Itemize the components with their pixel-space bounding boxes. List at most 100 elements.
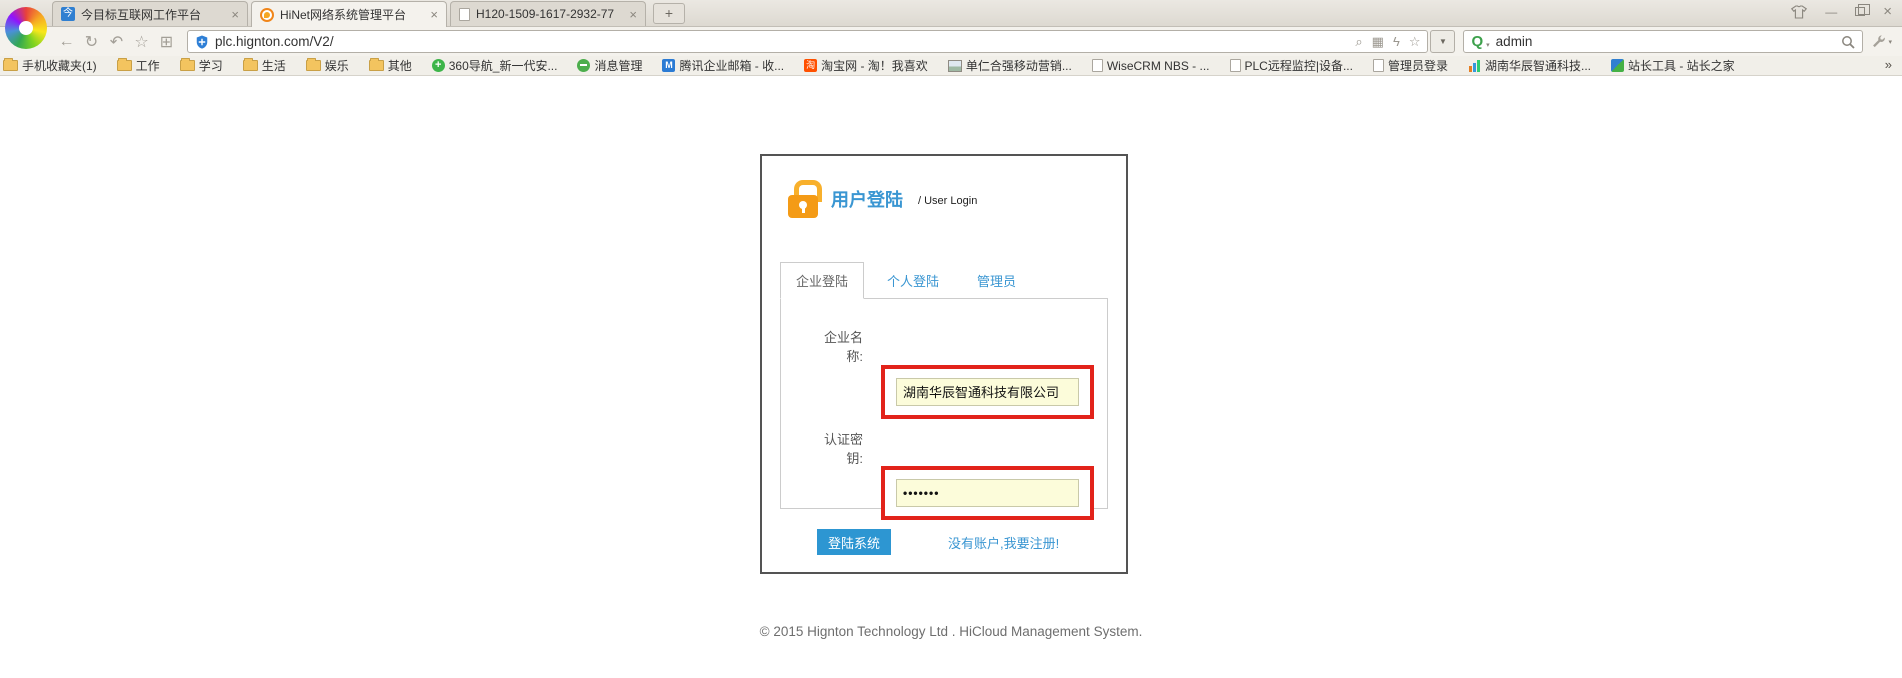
bar-chart-icon xyxy=(1468,60,1481,72)
search-bar[interactable]: Q ▾ xyxy=(1463,30,1863,53)
bookmark-360-nav[interactable]: +360导航_新一代安... xyxy=(432,57,558,74)
login-form-panel: 企业名称: 认证密钥: xyxy=(780,298,1108,509)
search-icon[interactable] xyxy=(1841,35,1855,49)
keyhole-shape xyxy=(799,201,807,209)
bookmark-label: 360导航_新一代安... xyxy=(449,57,558,74)
tab-close-icon[interactable]: × xyxy=(629,8,637,21)
page-icon xyxy=(1092,59,1103,72)
red-annotation-box xyxy=(881,365,1094,419)
enterprise-name-label: 企业名称: xyxy=(813,299,863,367)
folder-icon xyxy=(117,60,132,71)
tab-enterprise-login[interactable]: 企业登陆 xyxy=(780,262,864,299)
bookmark-mobile-favorites[interactable]: 手机收藏夹(1) xyxy=(3,57,97,74)
bookmark-huachen-tech[interactable]: 湖南华辰智通科技... xyxy=(1468,57,1591,74)
tab-title: 今目标互联网工作平台 xyxy=(81,6,225,23)
lock-icon xyxy=(786,180,820,218)
bookmark-webmaster-tools[interactable]: 站长工具 - 站长之家 xyxy=(1611,57,1735,74)
login-subtitle: / User Login xyxy=(918,195,977,207)
bookmark-label: 腾讯企业邮箱 - 收... xyxy=(679,57,784,74)
bookmark-life-folder[interactable]: 生活 xyxy=(243,57,286,74)
url-action-icons: ⌕ ▦ ϟ ☆ xyxy=(1355,34,1420,50)
jinmubiao-tab-icon: 今 xyxy=(61,7,75,21)
green-plus-icon: + xyxy=(432,59,445,72)
restore-icon[interactable] xyxy=(1855,3,1865,21)
window-controls: — × xyxy=(1791,3,1892,21)
bookmark-label: PLC远程监控|设备... xyxy=(1245,57,1353,74)
tab-administrator[interactable]: 管理员 xyxy=(962,263,1031,298)
url-history-dropdown-icon[interactable]: ▼ xyxy=(1430,30,1455,53)
bookmark-message-mgmt[interactable]: 消息管理 xyxy=(577,57,642,74)
bookmark-other-folder[interactable]: 其他 xyxy=(369,57,412,74)
lightning-speed-icon[interactable]: ϟ xyxy=(1393,34,1400,49)
bookmark-shanren-marketing[interactable]: 单仁合强移动营销... xyxy=(948,57,1072,74)
tab-jinmubiao[interactable]: 今 今目标互联网工作平台 × xyxy=(52,1,248,26)
bookmark-plc-monitor[interactable]: PLC远程监控|设备... xyxy=(1230,57,1353,74)
tab-strip: 今 今目标互联网工作平台 × HiNet网络系统管理平台 × H120-1509… xyxy=(0,0,1902,27)
bookmarks-overflow-chevron-icon[interactable]: » xyxy=(1885,57,1892,72)
tab-h120[interactable]: H120-1509-1617-2932-77 × xyxy=(450,1,646,26)
login-title: 用户登陆 xyxy=(831,186,903,212)
copyright-footer: © 2015 Hignton Technology Ltd . HiCloud … xyxy=(0,624,1902,639)
login-tab-bar: 企业登陆 个人登陆 管理员 xyxy=(780,262,1108,298)
page-icon xyxy=(1373,59,1384,72)
zoom-icon[interactable]: ⌕ xyxy=(1355,34,1362,50)
favorite-star-icon[interactable]: ☆ xyxy=(129,32,154,52)
enterprise-name-input[interactable] xyxy=(896,378,1079,406)
bookmarks-bar: 手机收藏夹(1) 工作 学习 生活 娱乐 其他 +360导航_新一代安... 消… xyxy=(0,56,1902,76)
webmaster-tool-icon xyxy=(1611,59,1624,72)
theme-skin-icon[interactable] xyxy=(1791,5,1807,19)
bookmark-label: 生活 xyxy=(262,57,286,74)
bookmark-taobao[interactable]: 淘淘宝网 - 淘！我喜欢 xyxy=(804,57,928,74)
tools-wrench-button[interactable]: ▾ xyxy=(1871,34,1892,49)
browser-menu-logo[interactable] xyxy=(5,7,47,49)
login-submit-button[interactable]: 登陆系统 xyxy=(817,529,891,555)
auth-key-label: 认证密钥: xyxy=(813,419,863,469)
bookmark-admin-login[interactable]: 管理员登录 xyxy=(1373,57,1448,74)
taobao-icon: 淘 xyxy=(804,59,817,72)
new-tab-button[interactable]: + xyxy=(653,3,685,24)
bookmark-work-folder[interactable]: 工作 xyxy=(117,57,160,74)
search-engine-logo[interactable]: Q xyxy=(1471,34,1483,49)
address-bar[interactable]: ⌕ ▦ ϟ ☆ xyxy=(187,30,1428,53)
folder-icon xyxy=(306,60,321,71)
bookmark-label: 消息管理 xyxy=(594,57,642,74)
tab-close-icon[interactable]: × xyxy=(231,8,239,21)
register-link[interactable]: 没有账户,我要注册! xyxy=(948,533,1059,552)
login-card: 用户登陆 / User Login 企业登陆 个人登陆 管理员 企业名称: 认证… xyxy=(760,154,1128,574)
bookmark-wisecrm[interactable]: WiseCRM NBS - ... xyxy=(1092,59,1210,73)
login-actions: 登陆系统 没有账户,我要注册! xyxy=(780,529,1108,555)
bookmark-tencent-mail[interactable]: M腾讯企业邮箱 - 收... xyxy=(662,57,784,74)
auth-key-field-group: 认证密钥: xyxy=(781,419,1107,521)
minimize-icon[interactable]: — xyxy=(1825,3,1837,21)
back-icon[interactable]: ← xyxy=(54,33,79,51)
tab-personal-login[interactable]: 个人登陆 xyxy=(872,263,954,298)
bookmark-label: 手机收藏夹(1) xyxy=(22,57,97,74)
bookmark-study-folder[interactable]: 学习 xyxy=(180,57,223,74)
qr-code-icon[interactable]: ▦ xyxy=(1372,34,1384,50)
undo-icon[interactable]: ↶ xyxy=(104,32,129,52)
tab-title: HiNet网络系统管理平台 xyxy=(280,6,424,23)
red-annotation-box xyxy=(881,466,1094,520)
url-input[interactable] xyxy=(215,34,1349,49)
bookmark-entertainment-folder[interactable]: 娱乐 xyxy=(306,57,349,74)
bookmark-label: 工作 xyxy=(136,57,160,74)
green-circle-icon xyxy=(577,59,590,72)
tab-hinet-active[interactable]: HiNet网络系统管理平台 × xyxy=(251,1,447,27)
site-shield-icon[interactable] xyxy=(195,34,209,50)
close-icon[interactable]: × xyxy=(1883,3,1892,21)
collect-icon[interactable]: ⊞ xyxy=(154,32,179,52)
browser-chrome: 今 今目标互联网工作平台 × HiNet网络系统管理平台 × H120-1509… xyxy=(0,0,1902,76)
refresh-icon[interactable]: ↻ xyxy=(79,32,104,52)
photo-icon xyxy=(948,60,962,72)
search-engine-dropdown-icon[interactable]: ▾ xyxy=(1486,41,1490,49)
enterprise-name-field-group: 企业名称: xyxy=(781,299,1107,419)
tools-dropdown-icon: ▾ xyxy=(1888,38,1892,46)
tab-close-icon[interactable]: × xyxy=(430,8,438,21)
bookmark-label: 学习 xyxy=(199,57,223,74)
auth-key-input[interactable] xyxy=(896,479,1079,507)
bookmark-star-icon[interactable]: ☆ xyxy=(1409,34,1421,50)
search-input[interactable] xyxy=(1496,34,1839,49)
bookmark-label: 娱乐 xyxy=(325,57,349,74)
navigation-toolbar: ← ↻ ↶ ☆ ⊞ ⌕ ▦ ϟ ☆ ▼ Q ▾ xyxy=(0,27,1902,56)
blank-page-icon xyxy=(459,8,470,21)
